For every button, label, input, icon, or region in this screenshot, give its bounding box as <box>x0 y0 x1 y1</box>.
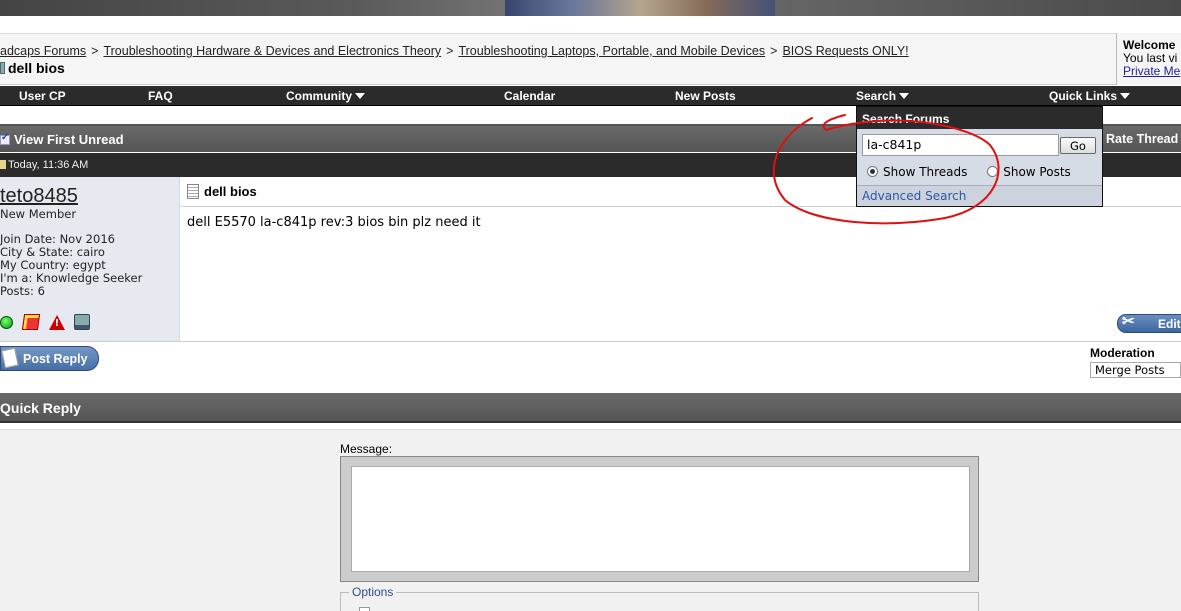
nav-quick-links[interactable]: Quick Links <box>1049 89 1131 103</box>
rate-thread-label: Rate Thread <box>1106 132 1179 146</box>
search-input[interactable]: la-c841p <box>862 134 1059 156</box>
nav-user-cp[interactable]: User CP <box>19 89 66 103</box>
header-banner <box>0 0 1181 16</box>
message-label: Message: <box>340 442 393 456</box>
options-fieldset: Options <box>340 585 979 611</box>
edit-button[interactable]: ✂ Edit <box>1117 313 1181 333</box>
go-button[interactable]: Go <box>1060 137 1096 154</box>
chevron-down-icon <box>355 93 365 99</box>
post-title: dell bios <box>187 184 257 199</box>
report-post-icon[interactable] <box>48 314 65 330</box>
post-reply-button[interactable]: Post Reply <box>0 346 99 371</box>
breadcrumb: adcaps Forums > Troubleshooting Hardware &… <box>0 44 909 58</box>
nav-community-label: Community <box>286 89 352 103</box>
rate-thread-menu[interactable]: Rate Thread <box>1106 132 1181 146</box>
user-info-column: teto8485 New Member Join Date: Nov 2016 … <box>0 177 180 341</box>
show-threads-label: Show Threads <box>883 165 968 179</box>
search-forums-popup: Search Forums la-c841p Go Show Threads S… <box>856 106 1103 207</box>
nav-search-label: Search <box>856 89 897 103</box>
reply-row: Post Reply Moderation Merge Posts <box>0 341 1181 393</box>
options-legend: Options <box>349 585 397 599</box>
search-result-type: Show Threads Show Posts <box>867 165 1071 179</box>
nav-faq[interactable]: FAQ <box>148 89 173 103</box>
reputation-icon[interactable] <box>21 314 40 330</box>
search-popup-title: Search Forums <box>857 107 1102 129</box>
user-details: Join Date: Nov 2016 City & State: cairo … <box>0 233 142 298</box>
post-date: Today, 11:36 AM <box>0 159 88 171</box>
chevron-down-icon <box>899 93 910 99</box>
show-threads-radio[interactable] <box>867 166 878 177</box>
message-editor-frame <box>340 456 979 582</box>
quick-reply-area: Message: Options <box>0 429 1181 611</box>
show-posts-label: Show Posts <box>1003 165 1071 179</box>
view-first-unread-label: View First Unread <box>14 132 124 147</box>
post-message: dell E5570 la-c841p rev:3 bios bin plz n… <box>187 215 481 230</box>
moderation-box: Moderation Merge Posts <box>1090 346 1181 378</box>
edit-button-label: Edit <box>1158 317 1181 331</box>
breadcrumb-separator: > <box>770 44 778 58</box>
message-textarea[interactable] <box>351 466 970 572</box>
quick-reply-title: Quick Reply <box>0 400 81 416</box>
nav-new-posts[interactable]: New Posts <box>675 89 736 103</box>
show-posts-option[interactable]: Show Posts <box>987 165 1071 179</box>
scissors-icon: ✂ <box>1122 313 1135 330</box>
user-post-count: Posts: 6 <box>0 284 45 298</box>
user-rank: New Member <box>0 207 77 221</box>
post-title-text: dell bios <box>204 184 257 199</box>
show-posts-radio[interactable] <box>987 166 999 177</box>
post-status-icon <box>0 160 6 169</box>
thread-icon <box>0 62 5 74</box>
breadcrumb-troubleshooting-laptops[interactable]: Troubleshooting Laptops, Portable, and M… <box>458 44 765 58</box>
moderation-select[interactable]: Merge Posts <box>1090 362 1181 378</box>
nav-search[interactable]: Search <box>856 89 910 103</box>
breadcrumb-separator: > <box>446 44 454 58</box>
nav-quick-links-label: Quick Links <box>1049 89 1118 103</box>
page-title: dell bios <box>0 60 65 76</box>
document-icon <box>187 184 199 199</box>
banner-gap <box>0 16 1181 33</box>
view-first-unread-link[interactable]: View First Unread <box>0 132 124 147</box>
chevron-down-icon <box>1120 93 1131 99</box>
post-reply-icon <box>1 347 19 369</box>
welcome-box: Welcome You last vi Private Me <box>1116 33 1181 85</box>
navbar: User CP FAQ Community Calendar New Posts… <box>0 86 1181 106</box>
breadcrumb-forums-home[interactable]: adcaps Forums <box>0 44 86 58</box>
show-threads-option[interactable]: Show Threads <box>867 165 967 179</box>
thread-title-text: dell bios <box>8 60 65 76</box>
private-messages-link[interactable]: Private Me <box>1123 64 1180 78</box>
view-first-unread-icon <box>0 132 10 145</box>
online-status-icon <box>0 315 13 329</box>
post-date-text: Today, 11:36 AM <box>8 159 89 171</box>
computer-icon[interactable] <box>74 314 91 330</box>
moderation-label: Moderation <box>1090 346 1155 360</box>
breadcrumb-bar: adcaps Forums > Troubleshooting Hardware &… <box>0 33 1116 85</box>
breadcrumb-separator: > <box>91 44 99 58</box>
banner-artwork <box>505 0 775 16</box>
breadcrumb-bios-requests[interactable]: BIOS Requests ONLY! <box>782 44 908 58</box>
quick-reply-header: Quick Reply <box>0 393 1181 423</box>
nav-calendar[interactable]: Calendar <box>504 89 555 103</box>
search-popup-body: la-c841p Go Show Threads Show Posts <box>857 129 1102 185</box>
username-link[interactable]: teto8485 <box>0 185 78 208</box>
user-icon-row <box>0 314 96 332</box>
nav-community[interactable]: Community <box>286 89 365 103</box>
post-reply-label: Post Reply <box>23 352 88 366</box>
breadcrumb-troubleshooting-hardware[interactable]: Troubleshooting Hardware & Devices and E… <box>103 44 441 58</box>
advanced-search-link[interactable]: Advanced Search <box>857 185 1102 206</box>
options-checkbox[interactable] <box>359 607 370 611</box>
